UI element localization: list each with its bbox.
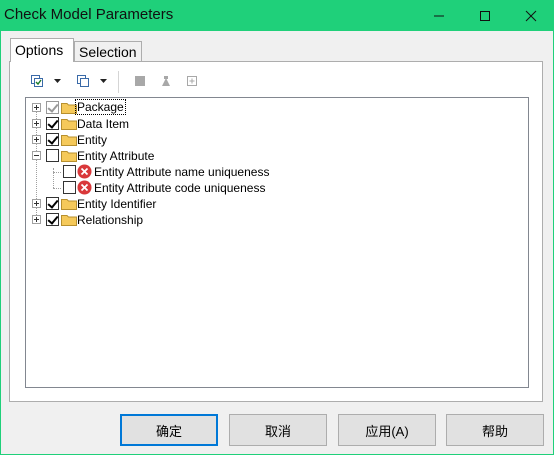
- close-button[interactable]: [508, 0, 554, 31]
- tree-item-label: Relationship: [77, 213, 144, 227]
- folder-icon: [61, 135, 77, 146]
- tree-checkbox[interactable]: [63, 165, 76, 178]
- ok-button[interactable]: 确定: [120, 414, 218, 446]
- help-button[interactable]: 帮助: [446, 414, 544, 446]
- tree-item-package[interactable]: Package: [26, 99, 526, 116]
- square-icon: [135, 76, 145, 86]
- tree-item-label: Entity Attribute code uniqueness: [94, 181, 266, 195]
- add-button[interactable]: [184, 70, 200, 92]
- deselect-all-icon: [77, 75, 89, 87]
- stop-button[interactable]: [132, 70, 148, 92]
- folder-icon: [61, 119, 77, 130]
- tree-checkbox[interactable]: [46, 213, 59, 226]
- dropdown-arrow-icon: [53, 79, 61, 83]
- maximize-icon: [480, 10, 490, 21]
- folder-icon: [61, 103, 77, 114]
- apply-button[interactable]: 应用(A): [338, 414, 436, 446]
- deselect-all-button[interactable]: [74, 70, 92, 92]
- tree-checkbox[interactable]: [46, 197, 59, 210]
- triangle-icon: [162, 76, 170, 86]
- tree-item-label: Package: [75, 99, 126, 115]
- title-bar[interactable]: Check Model Parameters: [0, 0, 554, 31]
- expand-icon[interactable]: [32, 119, 41, 128]
- up-button[interactable]: [158, 70, 174, 92]
- dropdown-arrow-icon: [99, 79, 107, 83]
- tree-item-label: Entity: [77, 133, 108, 147]
- window-title: Check Model Parameters: [4, 6, 174, 23]
- tree-checkbox[interactable]: [46, 101, 59, 114]
- error-icon: [77, 180, 92, 195]
- maximize-button[interactable]: [462, 0, 508, 31]
- tree-item-entity[interactable]: Entity: [26, 132, 526, 148]
- plus-box-icon: [187, 76, 197, 86]
- tree-item-label: Entity Attribute name uniqueness: [94, 165, 270, 179]
- folder-icon: [61, 151, 77, 162]
- tree-item-code-uniqueness[interactable]: Entity Attribute code uniqueness: [26, 180, 526, 196]
- expand-icon[interactable]: [32, 199, 41, 208]
- check-tree[interactable]: Package Data Item Entity Entity Attribut…: [25, 97, 529, 388]
- tree-checkbox[interactable]: [46, 133, 59, 146]
- select-all-button[interactable]: [28, 70, 46, 92]
- tree-item-label: Entity Identifier: [77, 197, 157, 211]
- tree-item-data-item[interactable]: Data Item: [26, 116, 526, 132]
- select-dropdown[interactable]: [52, 70, 62, 92]
- tree-item-label: Entity Attribute: [77, 149, 155, 163]
- folder-icon: [61, 215, 77, 226]
- tree-item-entity-attribute[interactable]: Entity Attribute: [26, 148, 526, 164]
- tab-options[interactable]: Options: [10, 38, 74, 62]
- expand-icon[interactable]: [32, 103, 41, 112]
- tree-item-label: Data Item: [77, 117, 130, 131]
- tree-item-entity-identifier[interactable]: Entity Identifier: [26, 196, 526, 212]
- toolbar: [22, 70, 222, 94]
- error-icon: [77, 164, 92, 179]
- minimize-icon: [434, 15, 444, 16]
- expand-icon[interactable]: [32, 215, 41, 224]
- folder-icon: [61, 199, 77, 210]
- close-icon: [525, 10, 537, 21]
- deselect-dropdown[interactable]: [98, 70, 108, 92]
- tree-checkbox[interactable]: [63, 181, 76, 194]
- cancel-button[interactable]: 取消: [229, 414, 327, 446]
- tree-item-name-uniqueness[interactable]: Entity Attribute name uniqueness: [26, 164, 526, 180]
- tab-selection[interactable]: Selection: [74, 41, 142, 63]
- tree-checkbox[interactable]: [46, 117, 59, 130]
- expand-icon[interactable]: [32, 135, 41, 144]
- select-all-icon: [31, 75, 43, 87]
- tree-item-relationship[interactable]: Relationship: [26, 212, 526, 228]
- collapse-icon[interactable]: [32, 151, 41, 160]
- tree-checkbox[interactable]: [46, 149, 59, 162]
- toolbar-separator: [118, 71, 119, 93]
- minimize-button[interactable]: [416, 0, 462, 31]
